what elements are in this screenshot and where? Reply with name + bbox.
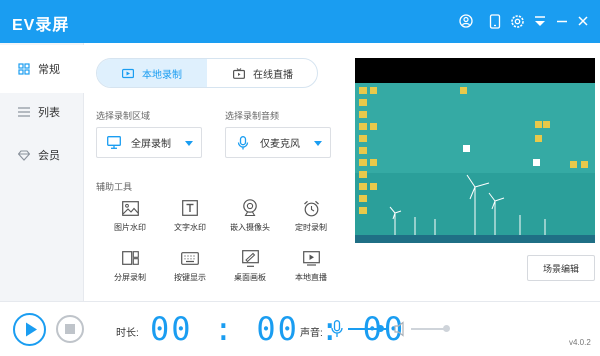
tool-label: 定时录制 xyxy=(295,223,327,232)
chevron-down-icon xyxy=(185,141,193,146)
user-icon[interactable] xyxy=(457,12,475,30)
tool-desktop-board[interactable]: 桌面画板 xyxy=(222,249,278,289)
tool-label: 桌面画板 xyxy=(234,273,266,282)
record-audio-select[interactable]: 仅麦克风 xyxy=(225,127,331,158)
tab-label: 在线直播 xyxy=(253,69,293,81)
tab-online-live[interactable]: 在线直播 xyxy=(208,59,317,87)
tool-label: 按键显示 xyxy=(174,273,206,282)
microphone-icon xyxy=(236,135,250,150)
tab-label: 本地录制 xyxy=(142,69,182,81)
video-icon xyxy=(122,68,134,79)
sidebar-item-label: 常规 xyxy=(38,64,60,76)
sidebar-item-list[interactable]: 列表 xyxy=(0,88,84,136)
sidebar: 常规 列表 会员 xyxy=(0,43,84,301)
tool-label: 文字水印 xyxy=(174,223,206,232)
diamond-icon xyxy=(18,149,30,161)
tools-label: 辅助工具 xyxy=(96,182,133,192)
sidebar-item-label: 会员 xyxy=(38,150,60,162)
keyboard-icon xyxy=(181,249,199,267)
stop-icon xyxy=(65,324,75,334)
tool-local-live[interactable]: 本地直播 xyxy=(283,249,339,289)
tool-embed-webcam[interactable]: 嵌入摄像头 xyxy=(222,199,278,239)
alarm-clock-icon xyxy=(302,199,320,217)
tool-scheduled-record[interactable]: 定时录制 xyxy=(283,199,339,239)
webcam-icon xyxy=(241,199,259,217)
menu-icon[interactable] xyxy=(531,12,549,30)
record-audio-label: 选择录制音频 xyxy=(225,111,280,121)
list-icon xyxy=(18,106,30,118)
scene-edit-button[interactable]: 场景编辑 xyxy=(527,255,595,281)
app-window: EV录屏 常规 列表 会员 本地录制 在线直播 选择录制区域 全屏录制 选择录制… xyxy=(0,0,600,356)
tool-label: 分屏录制 xyxy=(114,273,146,282)
sidebar-item-vip[interactable]: 会员 xyxy=(0,131,84,179)
desktop-preview-image xyxy=(355,83,595,243)
minimize-icon[interactable] xyxy=(553,12,571,30)
volume-label: 声音: xyxy=(300,328,323,339)
speaker-volume-thumb[interactable] xyxy=(443,325,450,332)
drawing-board-icon xyxy=(241,249,259,267)
play-icon xyxy=(26,322,37,337)
text-icon xyxy=(181,199,199,217)
speaker-icon[interactable] xyxy=(394,321,408,337)
live-icon xyxy=(302,249,320,267)
mode-tabs: 本地录制 在线直播 xyxy=(96,58,318,88)
grid-icon xyxy=(18,63,30,75)
image-icon xyxy=(121,199,139,217)
sidebar-item-label: 列表 xyxy=(38,107,60,119)
monitor-icon xyxy=(107,135,121,150)
stop-button[interactable] xyxy=(56,315,84,343)
tool-split-screen-record[interactable]: 分屏录制 xyxy=(102,249,158,289)
preview-panel xyxy=(355,58,595,243)
microphone-icon[interactable] xyxy=(330,320,344,338)
tool-label: 图片水印 xyxy=(114,223,146,232)
tool-label: 本地直播 xyxy=(295,273,327,282)
speaker-volume-slider[interactable] xyxy=(411,325,450,332)
settings-icon[interactable] xyxy=(508,12,526,30)
app-title: EV录屏 xyxy=(12,17,70,34)
close-icon[interactable] xyxy=(574,12,592,30)
version-label: v4.0.2 xyxy=(569,338,591,347)
record-audio-value: 仅麦克风 xyxy=(260,139,300,150)
mic-volume-thumb[interactable] xyxy=(377,325,384,332)
chevron-down-icon xyxy=(314,141,322,146)
duration-label: 时长: xyxy=(116,328,139,339)
title-bar: EV录屏 xyxy=(0,0,600,43)
mic-volume-slider[interactable] xyxy=(348,325,388,332)
tv-icon xyxy=(233,67,245,79)
bottom-bar: 时长: 00 : 00 : 00 声音: v4.0.2 xyxy=(0,301,600,356)
tool-image-watermark[interactable]: 图片水印 xyxy=(102,199,158,239)
tool-label: 嵌入摄像头 xyxy=(230,223,270,232)
record-area-label: 选择录制区域 xyxy=(96,111,151,121)
record-area-value: 全屏录制 xyxy=(131,139,171,150)
phone-icon[interactable] xyxy=(486,12,504,30)
tab-local-record[interactable]: 本地录制 xyxy=(97,59,207,87)
record-area-select[interactable]: 全屏录制 xyxy=(96,127,202,158)
tool-key-display[interactable]: 按键显示 xyxy=(162,249,218,289)
play-button[interactable] xyxy=(13,313,46,346)
sidebar-item-general[interactable]: 常规 xyxy=(0,45,84,93)
split-screen-icon xyxy=(121,249,139,267)
tool-text-watermark[interactable]: 文字水印 xyxy=(162,199,218,239)
